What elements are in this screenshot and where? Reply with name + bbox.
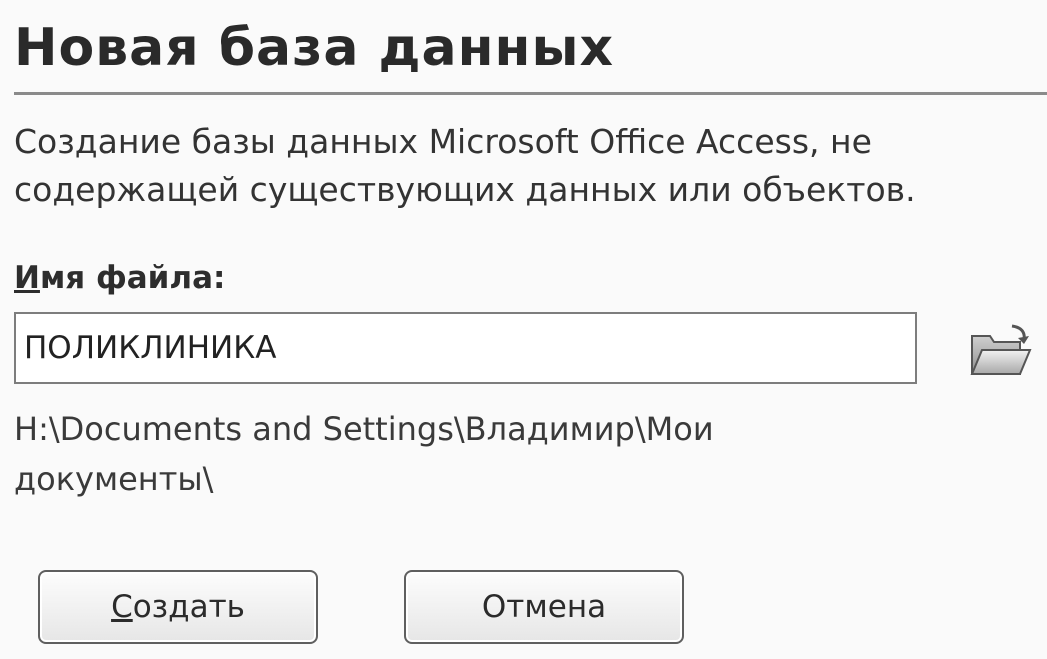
filename-input[interactable] [14, 312, 917, 384]
title-divider [14, 92, 1047, 95]
cancel-button-label: Отмена [481, 589, 607, 625]
save-path-line-2: документы\ [14, 460, 214, 498]
new-database-panel: Новая база данных Создание базы данных M… [0, 0, 1047, 659]
cancel-button[interactable]: Отмена [404, 570, 684, 644]
save-path-line-1: H:\Documents and Settings\Владимир\Мои [14, 410, 714, 448]
create-button-label: оздать [132, 589, 245, 625]
create-button[interactable]: Создать [38, 570, 318, 644]
save-path: H:\Documents and Settings\Владимир\Мои д… [14, 404, 1034, 504]
filename-label: Имя файла: [14, 258, 225, 298]
description-line-2: содержащей существующих данных или объек… [14, 170, 916, 209]
panel-description: Создание базы данных Microsoft Office Ac… [14, 118, 1044, 214]
description-line-1: Создание базы данных Microsoft Office Ac… [14, 122, 872, 161]
filename-label-text: мя файла: [39, 260, 226, 296]
open-folder-icon [970, 324, 1032, 375]
filename-label-accelerator: И [14, 260, 40, 296]
create-button-accelerator: С [111, 589, 133, 625]
browse-folder-button[interactable] [968, 322, 1034, 380]
panel-title: Новая база данных [14, 18, 615, 78]
